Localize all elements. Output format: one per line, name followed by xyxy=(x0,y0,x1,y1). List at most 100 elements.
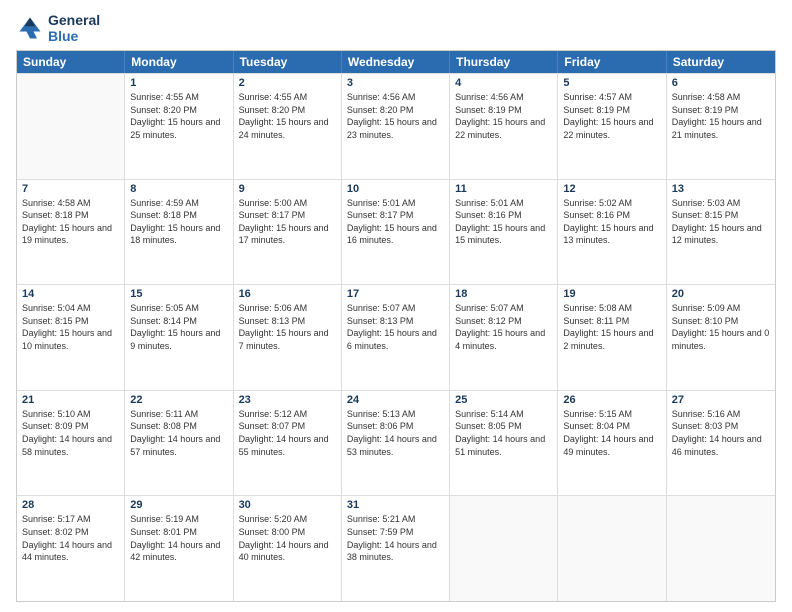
day-number: 29 xyxy=(130,499,227,511)
day-number: 1 xyxy=(130,77,227,89)
day-header-wednesday: Wednesday xyxy=(342,51,450,73)
calendar-header-row: SundayMondayTuesdayWednesdayThursdayFrid… xyxy=(17,51,775,73)
day-info: Sunrise: 5:10 AMSunset: 8:09 PMDaylight:… xyxy=(22,408,119,458)
day-info: Sunrise: 5:09 AMSunset: 8:10 PMDaylight:… xyxy=(672,302,770,352)
day-cell-4: 4 Sunrise: 4:56 AMSunset: 8:19 PMDaylight… xyxy=(450,74,558,179)
day-info: Sunrise: 5:21 AMSunset: 7:59 PMDaylight:… xyxy=(347,513,444,563)
day-cell-6: 6 Sunrise: 4:58 AMSunset: 8:19 PMDaylight… xyxy=(667,74,775,179)
day-number: 23 xyxy=(239,394,336,406)
day-info: Sunrise: 4:55 AMSunset: 8:20 PMDaylight:… xyxy=(130,91,227,141)
day-cell-29: 29 Sunrise: 5:19 AMSunset: 8:01 PMDayligh… xyxy=(125,496,233,601)
day-cell-10: 10 Sunrise: 5:01 AMSunset: 8:17 PMDayligh… xyxy=(342,180,450,285)
calendar-row-5: 28 Sunrise: 5:17 AMSunset: 8:02 PMDayligh… xyxy=(17,495,775,601)
day-info: Sunrise: 5:20 AMSunset: 8:00 PMDaylight:… xyxy=(239,513,336,563)
day-header-tuesday: Tuesday xyxy=(234,51,342,73)
day-number: 3 xyxy=(347,77,444,89)
day-info: Sunrise: 5:04 AMSunset: 8:15 PMDaylight:… xyxy=(22,302,119,352)
day-number: 11 xyxy=(455,183,552,195)
day-cell-14: 14 Sunrise: 5:04 AMSunset: 8:15 PMDayligh… xyxy=(17,285,125,390)
empty-cell xyxy=(17,74,125,179)
day-cell-25: 25Sunrise: 5:14 AMSunset: 8:05 PMDayligh… xyxy=(450,391,558,496)
day-cell-21: 21Sunrise: 5:10 AMSunset: 8:09 PMDayligh… xyxy=(17,391,125,496)
day-cell-15: 15 Sunrise: 5:05 AMSunset: 8:14 PMDayligh… xyxy=(125,285,233,390)
day-cell-20: 20Sunrise: 5:09 AMSunset: 8:10 PMDayligh… xyxy=(667,285,775,390)
day-cell-26: 26 Sunrise: 5:15 AMSunset: 8:04 PMDayligh… xyxy=(558,391,666,496)
day-info: Sunrise: 4:56 AMSunset: 8:20 PMDaylight:… xyxy=(347,91,444,141)
day-header-saturday: Saturday xyxy=(667,51,775,73)
calendar: SundayMondayTuesdayWednesdayThursdayFrid… xyxy=(16,50,776,602)
day-info: Sunrise: 5:00 AMSunset: 8:17 PMDaylight:… xyxy=(239,197,336,247)
day-number: 8 xyxy=(130,183,227,195)
calendar-body: 1 Sunrise: 4:55 AMSunset: 8:20 PMDaylight… xyxy=(17,73,775,601)
day-info: Sunrise: 5:07 AMSunset: 8:12 PMDaylight:… xyxy=(455,302,552,352)
day-cell-24: 24 Sunrise: 5:13 AMSunset: 8:06 PMDayligh… xyxy=(342,391,450,496)
day-cell-9: 9 Sunrise: 5:00 AMSunset: 8:17 PMDaylight… xyxy=(234,180,342,285)
calendar-row-3: 14 Sunrise: 5:04 AMSunset: 8:15 PMDayligh… xyxy=(17,284,775,390)
day-cell-11: 11 Sunrise: 5:01 AMSunset: 8:16 PMDayligh… xyxy=(450,180,558,285)
day-info: Sunrise: 4:58 AMSunset: 8:19 PMDaylight:… xyxy=(672,91,770,141)
day-number: 15 xyxy=(130,288,227,300)
header: General Blue xyxy=(16,12,776,44)
day-cell-22: 22 Sunrise: 5:11 AMSunset: 8:08 PMDayligh… xyxy=(125,391,233,496)
day-number: 24 xyxy=(347,394,444,406)
day-number: 26 xyxy=(563,394,660,406)
day-number: 9 xyxy=(239,183,336,195)
day-number: 17 xyxy=(347,288,444,300)
day-cell-28: 28 Sunrise: 5:17 AMSunset: 8:02 PMDayligh… xyxy=(17,496,125,601)
day-number: 13 xyxy=(672,183,770,195)
day-number: 14 xyxy=(22,288,119,300)
day-info: Sunrise: 5:01 AMSunset: 8:16 PMDaylight:… xyxy=(455,197,552,247)
day-info: Sunrise: 5:15 AMSunset: 8:04 PMDaylight:… xyxy=(563,408,660,458)
calendar-row-2: 7 Sunrise: 4:58 AMSunset: 8:18 PMDaylight… xyxy=(17,179,775,285)
day-info: Sunrise: 4:55 AMSunset: 8:20 PMDaylight:… xyxy=(239,91,336,141)
day-info: Sunrise: 5:19 AMSunset: 8:01 PMDaylight:… xyxy=(130,513,227,563)
day-cell-30: 30Sunrise: 5:20 AMSunset: 8:00 PMDayligh… xyxy=(234,496,342,601)
day-info: Sunrise: 5:08 AMSunset: 8:11 PMDaylight:… xyxy=(563,302,660,352)
day-info: Sunrise: 5:16 AMSunset: 8:03 PMDaylight:… xyxy=(672,408,770,458)
day-cell-3: 3 Sunrise: 4:56 AMSunset: 8:20 PMDaylight… xyxy=(342,74,450,179)
day-info: Sunrise: 5:14 AMSunset: 8:05 PMDaylight:… xyxy=(455,408,552,458)
day-cell-5: 5 Sunrise: 4:57 AMSunset: 8:19 PMDaylight… xyxy=(558,74,666,179)
day-cell-18: 18 Sunrise: 5:07 AMSunset: 8:12 PMDayligh… xyxy=(450,285,558,390)
day-cell-16: 16 Sunrise: 5:06 AMSunset: 8:13 PMDayligh… xyxy=(234,285,342,390)
day-number: 4 xyxy=(455,77,552,89)
logo-icon xyxy=(16,14,44,42)
day-info: Sunrise: 5:05 AMSunset: 8:14 PMDaylight:… xyxy=(130,302,227,352)
day-number: 7 xyxy=(22,183,119,195)
day-info: Sunrise: 4:58 AMSunset: 8:18 PMDaylight:… xyxy=(22,197,119,247)
day-number: 10 xyxy=(347,183,444,195)
day-number: 16 xyxy=(239,288,336,300)
logo-text: General Blue xyxy=(48,12,100,44)
day-info: Sunrise: 5:06 AMSunset: 8:13 PMDaylight:… xyxy=(239,302,336,352)
day-header-sunday: Sunday xyxy=(17,51,125,73)
day-number: 18 xyxy=(455,288,552,300)
day-info: Sunrise: 5:01 AMSunset: 8:17 PMDaylight:… xyxy=(347,197,444,247)
day-cell-7: 7 Sunrise: 4:58 AMSunset: 8:18 PMDaylight… xyxy=(17,180,125,285)
day-info: Sunrise: 5:12 AMSunset: 8:07 PMDaylight:… xyxy=(239,408,336,458)
day-info: Sunrise: 4:59 AMSunset: 8:18 PMDaylight:… xyxy=(130,197,227,247)
empty-cell xyxy=(558,496,666,601)
calendar-row-4: 21Sunrise: 5:10 AMSunset: 8:09 PMDayligh… xyxy=(17,390,775,496)
day-number: 28 xyxy=(22,499,119,511)
day-info: Sunrise: 4:56 AMSunset: 8:19 PMDaylight:… xyxy=(455,91,552,141)
day-number: 5 xyxy=(563,77,660,89)
day-cell-23: 23 Sunrise: 5:12 AMSunset: 8:07 PMDayligh… xyxy=(234,391,342,496)
day-info: Sunrise: 5:17 AMSunset: 8:02 PMDaylight:… xyxy=(22,513,119,563)
calendar-row-1: 1 Sunrise: 4:55 AMSunset: 8:20 PMDaylight… xyxy=(17,73,775,179)
day-info: Sunrise: 5:02 AMSunset: 8:16 PMDaylight:… xyxy=(563,197,660,247)
page: General Blue SundayMondayTuesdayWednesda… xyxy=(0,0,792,612)
day-number: 19 xyxy=(563,288,660,300)
day-number: 31 xyxy=(347,499,444,511)
day-info: Sunrise: 5:13 AMSunset: 8:06 PMDaylight:… xyxy=(347,408,444,458)
day-info: Sunrise: 4:57 AMSunset: 8:19 PMDaylight:… xyxy=(563,91,660,141)
empty-cell xyxy=(450,496,558,601)
day-number: 27 xyxy=(672,394,770,406)
day-cell-12: 12Sunrise: 5:02 AMSunset: 8:16 PMDayligh… xyxy=(558,180,666,285)
day-header-monday: Monday xyxy=(125,51,233,73)
day-number: 22 xyxy=(130,394,227,406)
day-info: Sunrise: 5:11 AMSunset: 8:08 PMDaylight:… xyxy=(130,408,227,458)
day-header-thursday: Thursday xyxy=(450,51,558,73)
day-info: Sunrise: 5:07 AMSunset: 8:13 PMDaylight:… xyxy=(347,302,444,352)
day-cell-19: 19 Sunrise: 5:08 AMSunset: 8:11 PMDayligh… xyxy=(558,285,666,390)
day-number: 6 xyxy=(672,77,770,89)
